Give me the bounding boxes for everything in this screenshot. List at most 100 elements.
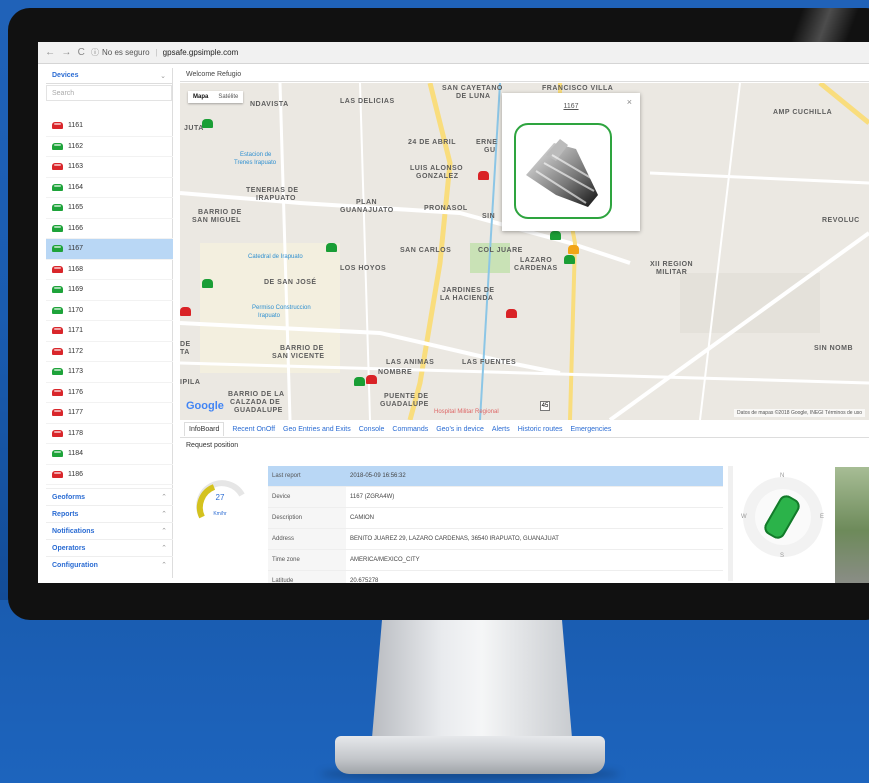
scrollbar[interactable] [728,466,733,581]
vehicle-marker-selected[interactable] [568,245,579,254]
vehicle-marker[interactable] [326,243,337,252]
device-item[interactable]: 1163 [46,157,173,178]
device-item[interactable]: 1176 [46,383,173,403]
sidebar-menu-item[interactable]: Reports ⌃ [46,505,173,522]
tab[interactable]: Geo Entries and Exits [283,426,351,433]
device-item[interactable]: 1184 [46,444,173,465]
vehicle-marker[interactable] [202,279,213,288]
back-icon[interactable]: ← [45,47,55,58]
device-item[interactable]: 1162 [46,137,173,157]
device-label: 1163 [68,163,84,171]
tab[interactable]: Historic routes [518,426,563,433]
separator: | [155,48,158,57]
device-label: 1172 [68,347,84,355]
map-label: FRANCISCO VILLA [542,85,614,92]
poi-label[interactable]: Permiso Construccion [252,305,311,312]
vehicle-marker[interactable] [550,231,561,240]
info-panel: InfoBoard Recent OnOff Geo Entries and Exi… [180,421,869,583]
poi-label[interactable]: Catedral de Irapuato [248,254,303,261]
car-icon [52,409,63,417]
street-view-thumbnail[interactable] [835,467,869,583]
vehicle-marker[interactable] [564,255,575,264]
forward-icon[interactable]: → [61,47,71,58]
sidebar-menu-item[interactable]: Configuration ⌃ [46,556,173,573]
map-label: NDAVISTA [250,101,289,108]
sidebar-menu-item[interactable]: Notifications ⌃ [46,522,173,539]
map-label: SAN CAYETANO [442,85,503,92]
device-item[interactable]: 1164 [46,178,173,198]
device-item[interactable]: 1165 [46,198,173,219]
device-label: 1165 [68,204,84,212]
poi-label[interactable]: Estacion de [240,152,271,159]
vehicle-marker[interactable] [354,377,365,386]
map-type-map-button[interactable]: Mapa [188,91,213,103]
map-label: JUTA [184,125,204,132]
tab[interactable]: Geo's in device [436,426,484,433]
device-item[interactable]: 1168 [46,260,173,280]
tab[interactable]: Emergencies [571,426,612,433]
map-type-satellite-button[interactable]: Satélite [213,91,243,103]
tab[interactable]: InfoBoard [184,422,225,436]
device-item[interactable]: 1186 [46,465,173,485]
map-label: TA [180,349,190,356]
map[interactable]: Mapa Satélite NDAVISTA LAS DELICIAS SAN … [180,83,869,420]
poi-label[interactable]: Irapuato [258,313,280,320]
map-label: XII REGION [650,261,694,268]
menu-label: Geoforms [52,493,86,501]
device-item[interactable]: 1166 [46,219,173,239]
poi-label[interactable]: Trenes Irapuato [234,160,276,167]
google-logo-text: Google [186,400,224,412]
device-item[interactable]: 1171 [46,321,173,342]
info-key: Description [272,515,303,521]
tab[interactable]: Recent OnOff [232,426,275,433]
map-label: NOMBRE [378,369,413,376]
route-shield: 45 [540,401,550,411]
close-icon[interactable]: × [627,97,632,107]
poi-label[interactable]: Hospital Militar Regional [434,409,499,416]
chevron-up-icon: ⌃ [161,528,167,535]
car-icon [52,183,63,191]
device-label: 1164 [68,183,84,191]
map-label: SIN NOMB [814,345,853,352]
devices-dropdown[interactable]: Devices ⌄ [46,68,172,84]
menu-label: Reports [52,510,79,518]
sidebar-menu-item[interactable]: Operators ⌃ [46,539,173,556]
map-label: LOS HOYOS [340,265,387,272]
device-item[interactable]: 1173 [46,362,173,383]
vehicle-marker[interactable] [180,307,191,316]
info-value: 20.675278 [346,571,723,583]
url-text[interactable]: gpsafe.gpsimple.com [163,48,239,57]
truck-icon [514,123,612,219]
map-label: DE SAN JOSÉ [264,279,317,286]
vehicle-marker[interactable] [202,119,213,128]
device-item[interactable]: 1177 [46,403,173,424]
device-item[interactable]: 1170 [46,301,173,321]
info-icon[interactable]: ⓘ [91,47,99,58]
map-label: LAS DELICIAS [340,98,395,105]
popup-title[interactable]: 1167 [502,103,640,110]
device-list: 1161 1162 1163 1164 1165 1166 1167 1168 1169 1170… [46,116,173,486]
vehicle-marker[interactable] [478,171,489,180]
device-item[interactable]: 1169 [46,280,173,301]
device-label: 1166 [68,224,84,232]
device-item[interactable]: 1172 [46,342,173,362]
info-row: Device 1167 (ZGRA4W) [268,487,723,508]
google-logo: Google [186,400,224,412]
device-label: 1169 [68,286,84,294]
car-icon [52,327,63,335]
device-item[interactable]: 1178 [46,424,173,444]
device-item[interactable]: 1167 [46,239,173,260]
request-position-button[interactable]: Request position [180,438,869,452]
reload-icon[interactable]: C [78,47,85,58]
tab[interactable]: Alerts [492,426,510,433]
device-item[interactable]: 1161 [46,116,173,137]
search-input[interactable]: Search [46,85,172,101]
vehicle-marker[interactable] [366,375,377,384]
vehicle-marker[interactable] [506,309,517,318]
tab[interactable]: Commands [392,426,428,433]
tab[interactable]: Console [359,426,385,433]
map-label: PRONASOL [424,205,468,212]
compass-south: S [780,553,785,559]
map-attribution[interactable]: Datos de mapas ©2018 Google, INEGI Térmi… [733,409,865,417]
sidebar-menu-item[interactable]: Geoforms ⌃ [46,488,173,505]
